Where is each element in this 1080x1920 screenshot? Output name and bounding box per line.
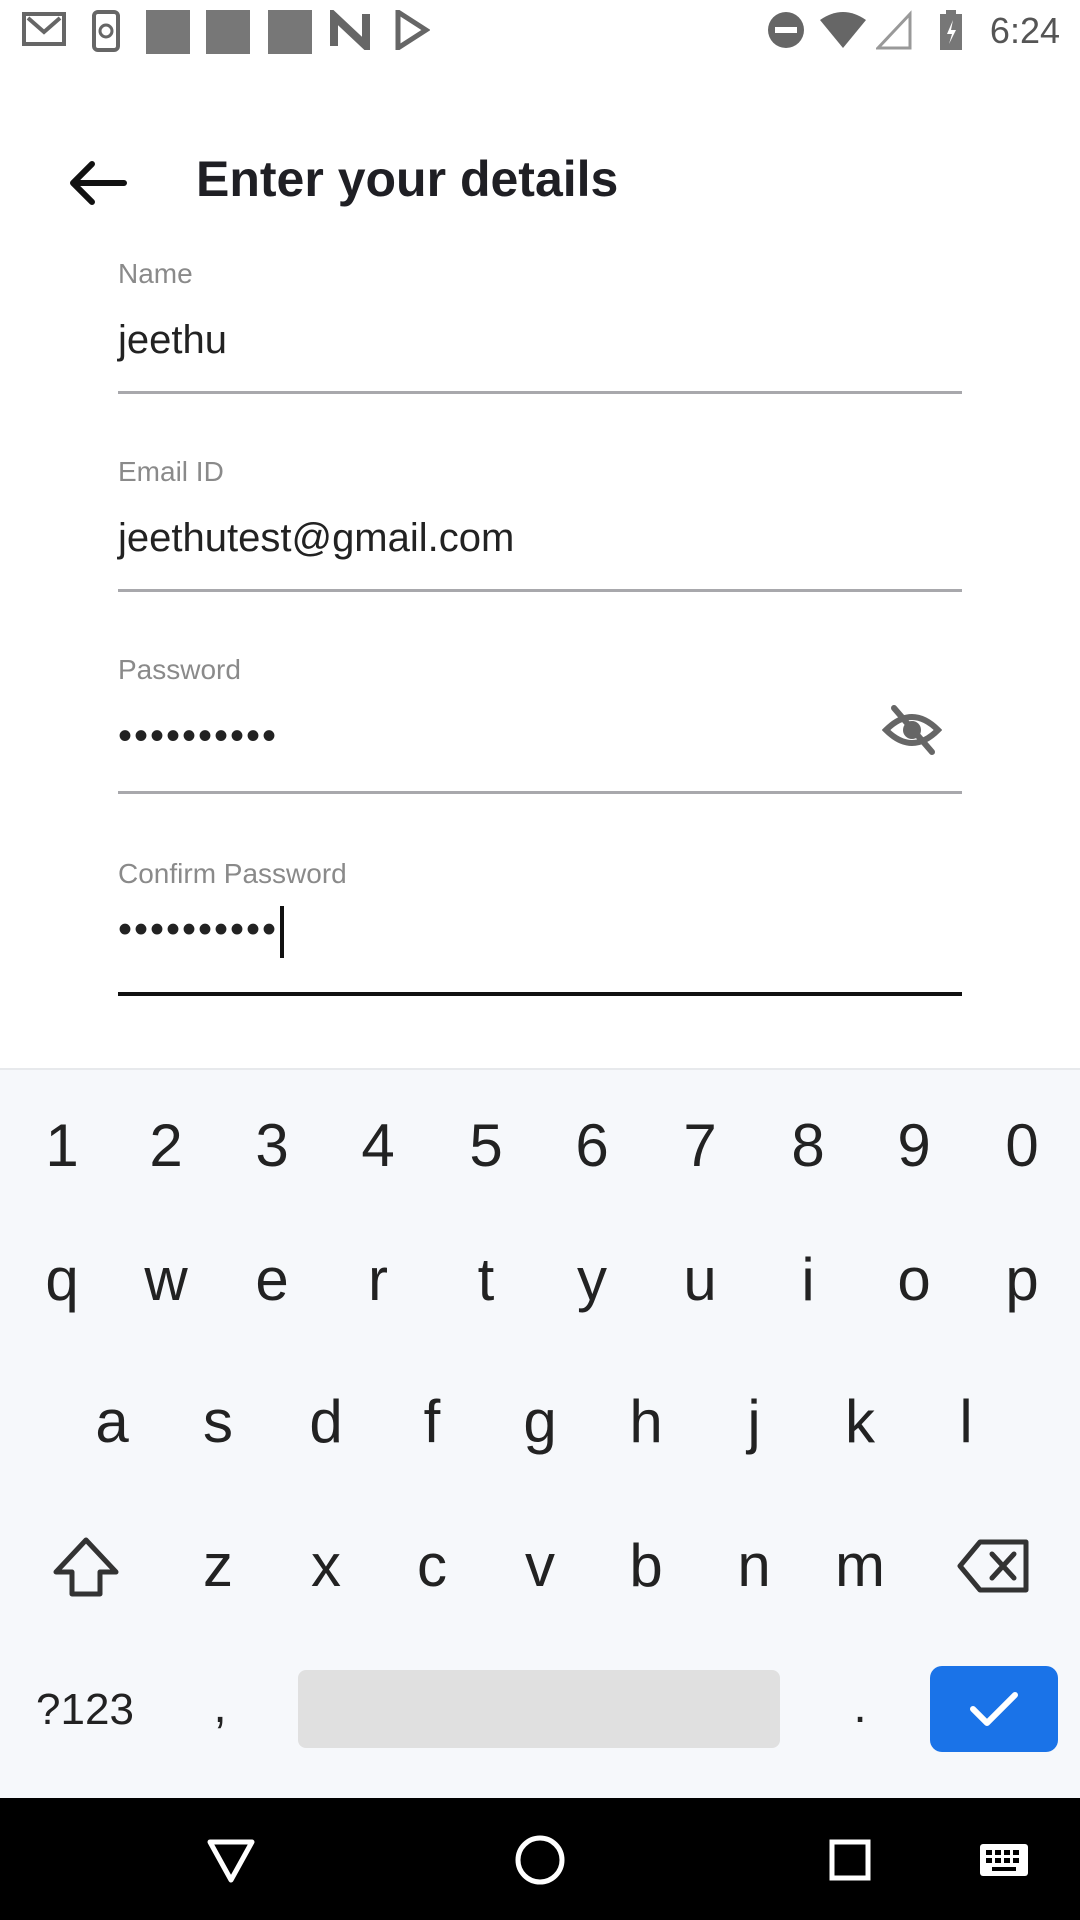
key-m[interactable]: m xyxy=(816,1510,904,1620)
key-i[interactable]: i xyxy=(764,1224,852,1334)
app-icon xyxy=(146,10,190,54)
key-5[interactable]: 5 xyxy=(442,1090,530,1200)
checkmark-icon xyxy=(970,1692,1018,1726)
keyboard-switch-icon[interactable] xyxy=(978,1842,1030,1878)
key-a[interactable]: a xyxy=(68,1366,156,1476)
play-store-icon xyxy=(395,10,430,50)
password-input[interactable]: •••••••••• xyxy=(118,714,962,759)
name-input[interactable]: jeethu xyxy=(118,318,962,363)
space-bar[interactable] xyxy=(298,1670,780,1748)
key-k[interactable]: k xyxy=(816,1366,904,1476)
phone-sync-icon xyxy=(92,10,120,52)
keyboard-row-bottom: z x c v b n m xyxy=(0,1510,1080,1620)
email-input[interactable]: jeethutest@gmail.com xyxy=(118,516,962,561)
key-p[interactable]: p xyxy=(978,1224,1066,1334)
do-not-disturb-icon xyxy=(768,12,804,48)
key-c[interactable]: c xyxy=(388,1510,476,1620)
key-y[interactable]: y xyxy=(548,1224,636,1334)
shift-icon[interactable] xyxy=(50,1532,122,1604)
password-field[interactable]: Password •••••••••• xyxy=(118,654,962,794)
keyboard-row-middle: a s d f g h j k l xyxy=(0,1366,1080,1476)
status-time: 6:24 xyxy=(989,10,1060,51)
key-q[interactable]: q xyxy=(18,1224,106,1334)
name-underline xyxy=(118,391,962,394)
keyboard-row-top: q w e r t y u i o p xyxy=(0,1224,1080,1334)
back-triangle-icon[interactable] xyxy=(206,1838,256,1884)
name-label: Name xyxy=(118,258,193,289)
confirm-password-input[interactable]: •••••••••• xyxy=(118,908,278,952)
done-button[interactable] xyxy=(930,1666,1058,1752)
key-7[interactable]: 7 xyxy=(656,1090,744,1200)
confirm-password-row: •••••••••• xyxy=(118,906,962,958)
app-icon xyxy=(268,10,312,54)
name-field[interactable]: Name jeethu xyxy=(118,258,962,394)
gmail-icon xyxy=(22,12,66,46)
confirm-password-label: Confirm Password xyxy=(118,858,347,889)
key-w[interactable]: w xyxy=(122,1224,210,1334)
page-title: Enter your details xyxy=(196,151,619,207)
key-s[interactable]: s xyxy=(174,1366,262,1476)
key-v[interactable]: v xyxy=(496,1510,584,1620)
key-6[interactable]: 6 xyxy=(548,1090,636,1200)
app-icon xyxy=(206,10,250,54)
key-b[interactable]: b xyxy=(602,1510,690,1620)
key-f[interactable]: f xyxy=(388,1366,476,1476)
key-1[interactable]: 1 xyxy=(18,1090,106,1200)
key-l[interactable]: l xyxy=(922,1366,1010,1476)
back-arrow-icon[interactable] xyxy=(68,160,128,206)
home-circle-icon[interactable] xyxy=(514,1834,566,1886)
n-icon xyxy=(330,10,370,50)
confirm-password-underline xyxy=(118,992,962,996)
key-x[interactable]: x xyxy=(282,1510,370,1620)
key-8[interactable]: 8 xyxy=(764,1090,852,1200)
key-j[interactable]: j xyxy=(710,1366,798,1476)
key-r[interactable]: r xyxy=(334,1224,422,1334)
key-u[interactable]: u xyxy=(656,1224,744,1334)
email-field[interactable]: Email ID jeethutest@gmail.com xyxy=(118,456,962,592)
key-g[interactable]: g xyxy=(496,1366,584,1476)
battery-icon xyxy=(940,10,962,50)
text-cursor xyxy=(280,906,285,958)
confirm-password-field[interactable]: Confirm Password •••••••••• xyxy=(118,858,962,998)
key-comma[interactable]: , xyxy=(180,1656,260,1756)
visibility-off-icon[interactable] xyxy=(882,702,942,758)
keyboard-row-numbers: 1 2 3 4 5 6 7 8 9 0 xyxy=(0,1090,1080,1200)
key-d[interactable]: d xyxy=(282,1366,370,1476)
status-bar: 6:24 xyxy=(0,0,1080,62)
key-t[interactable]: t xyxy=(442,1224,530,1334)
navigation-bar xyxy=(0,1798,1080,1920)
key-0[interactable]: 0 xyxy=(978,1090,1066,1200)
key-period[interactable]: . xyxy=(820,1656,900,1756)
key-3[interactable]: 3 xyxy=(228,1090,316,1200)
backspace-icon[interactable] xyxy=(956,1536,1032,1596)
recents-square-icon[interactable] xyxy=(828,1838,872,1882)
signal-icon xyxy=(876,10,912,50)
key-4[interactable]: 4 xyxy=(334,1090,422,1200)
key-h[interactable]: h xyxy=(602,1366,690,1476)
email-underline xyxy=(118,589,962,592)
key-n[interactable]: n xyxy=(710,1510,798,1620)
wifi-icon xyxy=(820,12,866,48)
key-o[interactable]: o xyxy=(870,1224,958,1334)
key-9[interactable]: 9 xyxy=(870,1090,958,1200)
key-2[interactable]: 2 xyxy=(122,1090,210,1200)
email-label: Email ID xyxy=(118,456,224,487)
symbols-key[interactable]: ?123 xyxy=(20,1660,150,1760)
key-e[interactable]: e xyxy=(228,1224,316,1334)
password-label: Password xyxy=(118,654,241,685)
key-z[interactable]: z xyxy=(174,1510,262,1620)
password-underline xyxy=(118,791,962,794)
